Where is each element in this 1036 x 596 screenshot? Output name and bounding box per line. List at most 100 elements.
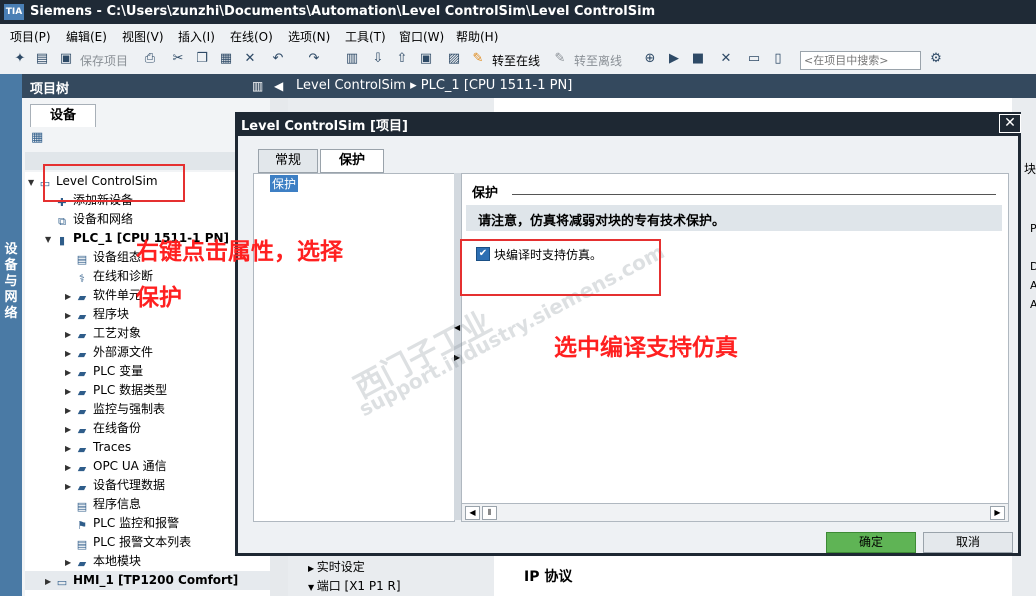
copy-icon[interactable]: ❐ xyxy=(194,51,210,67)
undo-icon[interactable]: ↶ xyxy=(270,51,286,67)
ip-protocol-label: IP 协议 xyxy=(524,569,573,585)
pin-icon[interactable]: ▥ xyxy=(252,79,263,93)
tab-protection[interactable]: 保护 xyxy=(320,149,384,173)
network-icon: ⧉ xyxy=(58,215,66,228)
save-project-button[interactable]: 保存项目 xyxy=(80,52,128,69)
prop-item-port[interactable]: ▼ 端口 [X1 P1 R] xyxy=(308,577,401,594)
program-info-icon: ▤ xyxy=(76,500,88,513)
tree-item-watch-force-tables[interactable]: ▶ ▰ 监控与强制表 xyxy=(25,400,270,419)
upload-icon[interactable]: ⇧ xyxy=(394,51,410,67)
go-online-icon[interactable]: ✎ xyxy=(470,51,486,67)
delete-icon[interactable]: ✕ xyxy=(242,51,258,67)
portal-side-strip[interactable]: 设备与网络 xyxy=(0,74,22,596)
menu-window[interactable]: 窗口(W) xyxy=(399,28,444,45)
tab-devices[interactable]: 设备 xyxy=(30,104,96,127)
ok-button[interactable]: 确定 xyxy=(826,532,916,553)
tree-item-hmi[interactable]: ▶ ▭ HMI_1 [TP1200 Comfort] xyxy=(25,571,270,590)
go-online-button[interactable]: 转至在线 xyxy=(492,52,540,69)
window-title-bar: TIA Siemens - C:\Users\zunzhi\Documents\… xyxy=(0,0,1036,24)
alarm-icon: ⚑ xyxy=(77,519,87,532)
go-offline-icon[interactable]: ✎ xyxy=(552,51,568,67)
folder-icon: ▰ xyxy=(77,291,87,304)
notice-text: 请注意，仿真将减弱对块的专有技术保护。 xyxy=(478,214,726,229)
side-letter: 块 xyxy=(1024,162,1036,176)
collapse-panel-icon[interactable]: ◀ xyxy=(274,79,283,93)
folder-icon: ▰ xyxy=(77,557,87,570)
device-config-icon: ▤ xyxy=(76,253,88,266)
folder-icon: ▰ xyxy=(77,462,87,475)
folder-icon: ▰ xyxy=(77,310,87,323)
project-search-input[interactable]: <在项目中搜索> xyxy=(800,51,921,70)
menu-tools[interactable]: 工具(T) xyxy=(345,28,386,45)
tree-item-device-proxy[interactable]: ▶ ▰ 设备代理数据 xyxy=(25,476,270,495)
print-icon[interactable]: ⎙ xyxy=(142,51,158,67)
folder-icon: ▰ xyxy=(77,367,87,380)
menu-online[interactable]: 在线(O) xyxy=(230,28,273,45)
cancel-button[interactable]: 取消 xyxy=(923,532,1013,553)
tree-item-devices-networks[interactable]: ⧉ 设备和网络 xyxy=(25,210,270,229)
cut-icon[interactable]: ✂ xyxy=(170,51,186,67)
plc-icon: ▮ xyxy=(58,234,66,247)
tree-item-program-info[interactable]: ▤ 程序信息 xyxy=(25,495,270,514)
menu-edit[interactable]: 编辑(E) xyxy=(66,28,107,45)
tree-item-plc-tags[interactable]: ▶ ▰ PLC 变量 xyxy=(25,362,270,381)
split-horizontal-icon[interactable]: ▭ xyxy=(746,51,762,67)
side-letter: D xyxy=(1030,260,1036,273)
chart-icon[interactable]: ▨ xyxy=(446,51,462,67)
editor-breadcrumb: Level ControlSim ▸ PLC_1 [CPU 1511-1 PN] xyxy=(296,78,573,93)
tree-item-online-backups[interactable]: ▶ ▰ 在线备份 xyxy=(25,419,270,438)
window-title: Siemens - C:\Users\zunzhi\Documents\Auto… xyxy=(30,4,656,19)
simulation-icon[interactable]: ▣ xyxy=(418,51,434,67)
section-divider xyxy=(512,194,996,195)
dialog-horizontal-scrollbar[interactable]: ◀ ⦀ ▶ xyxy=(462,503,1008,521)
editor-header: Level ControlSim ▸ PLC_1 [CPU 1511-1 PN] xyxy=(288,74,1036,98)
text-list-icon: ▤ xyxy=(76,538,88,551)
redo-icon[interactable]: ↷ xyxy=(306,51,322,67)
tia-logo-icon: TIA xyxy=(4,4,24,20)
scroll-left-icon[interactable]: ◀ xyxy=(465,506,480,520)
accessible-devices-icon[interactable]: ⊕ xyxy=(642,51,658,67)
menu-bar: 项目(P) 编辑(E) 视图(V) 插入(I) 在线(O) 选项(N) 工具(T… xyxy=(0,24,1036,46)
tree-item-external-sources[interactable]: ▶ ▰ 外部源文件 xyxy=(25,343,270,362)
tab-general[interactable]: 常规 xyxy=(258,149,318,173)
start-cpu-icon[interactable]: ▶ xyxy=(666,51,682,67)
devices-networks-tab-label: 设备与网络 xyxy=(4,242,18,321)
section-heading: 保护 xyxy=(472,186,499,201)
dialog-close-button[interactable]: ✕ xyxy=(999,114,1021,133)
tree-item-plc-data-types[interactable]: ▶ ▰ PLC 数据类型 xyxy=(25,381,270,400)
menu-view[interactable]: 视图(V) xyxy=(122,28,164,45)
menu-options[interactable]: 选项(N) xyxy=(288,28,330,45)
go-offline-button[interactable]: 转至离线 xyxy=(574,52,622,69)
annotation-text-rightclick: 右键点击属性，选择 xyxy=(136,239,343,265)
paste-icon[interactable]: ▦ xyxy=(218,51,234,67)
menu-project[interactable]: 项目(P) xyxy=(10,28,51,45)
search-options-icon[interactable]: ⚙ xyxy=(928,51,944,67)
nav-item-protection[interactable]: 保护 xyxy=(270,175,299,192)
scroll-right-icon[interactable]: ▶ xyxy=(990,506,1005,520)
hmi-icon: ▭ xyxy=(56,576,68,589)
tree-item-plc-alarms[interactable]: ⚑ PLC 监控和报警 xyxy=(25,514,270,533)
annotation-box-checkbox xyxy=(460,239,661,296)
folder-icon: ▰ xyxy=(77,329,87,342)
stop-cpu-icon[interactable]: ■ xyxy=(690,51,706,67)
prop-item-realtime[interactable]: ▶ 实时设定 xyxy=(308,558,365,575)
tree-item-technology-objects[interactable]: ▶ ▰ 工艺对象 xyxy=(25,324,270,343)
menu-help[interactable]: 帮助(H) xyxy=(456,28,498,45)
scroll-thumb[interactable]: ⦀ xyxy=(482,506,497,520)
download-icon[interactable]: ⇩ xyxy=(370,51,386,67)
cross-reference-icon[interactable]: ✕ xyxy=(718,51,734,67)
tree-item-traces[interactable]: ▶ ▰ Traces xyxy=(25,438,270,457)
close-icon: ✕ xyxy=(1004,115,1016,131)
tree-item-local-modules[interactable]: ▶ ▰ 本地模块 xyxy=(25,552,270,571)
add-device-toolbar-icon[interactable]: ▦ xyxy=(31,130,43,145)
menu-insert[interactable]: 插入(I) xyxy=(178,28,215,45)
folder-icon: ▰ xyxy=(77,386,87,399)
compile-icon[interactable]: ▥ xyxy=(344,51,360,67)
notice-bar: 请注意，仿真将减弱对块的专有技术保护。 xyxy=(466,205,1002,231)
tree-item-alarm-text-lists[interactable]: ▤ PLC 报警文本列表 xyxy=(25,533,270,552)
split-vertical-icon[interactable]: ▯ xyxy=(770,51,786,67)
new-project-icon[interactable]: ✦ xyxy=(12,51,28,67)
open-project-icon[interactable]: ▤ xyxy=(34,51,50,67)
tree-item-opc-ua[interactable]: ▶ ▰ OPC UA 通信 xyxy=(25,457,270,476)
save-icon[interactable]: ▣ xyxy=(58,51,74,67)
